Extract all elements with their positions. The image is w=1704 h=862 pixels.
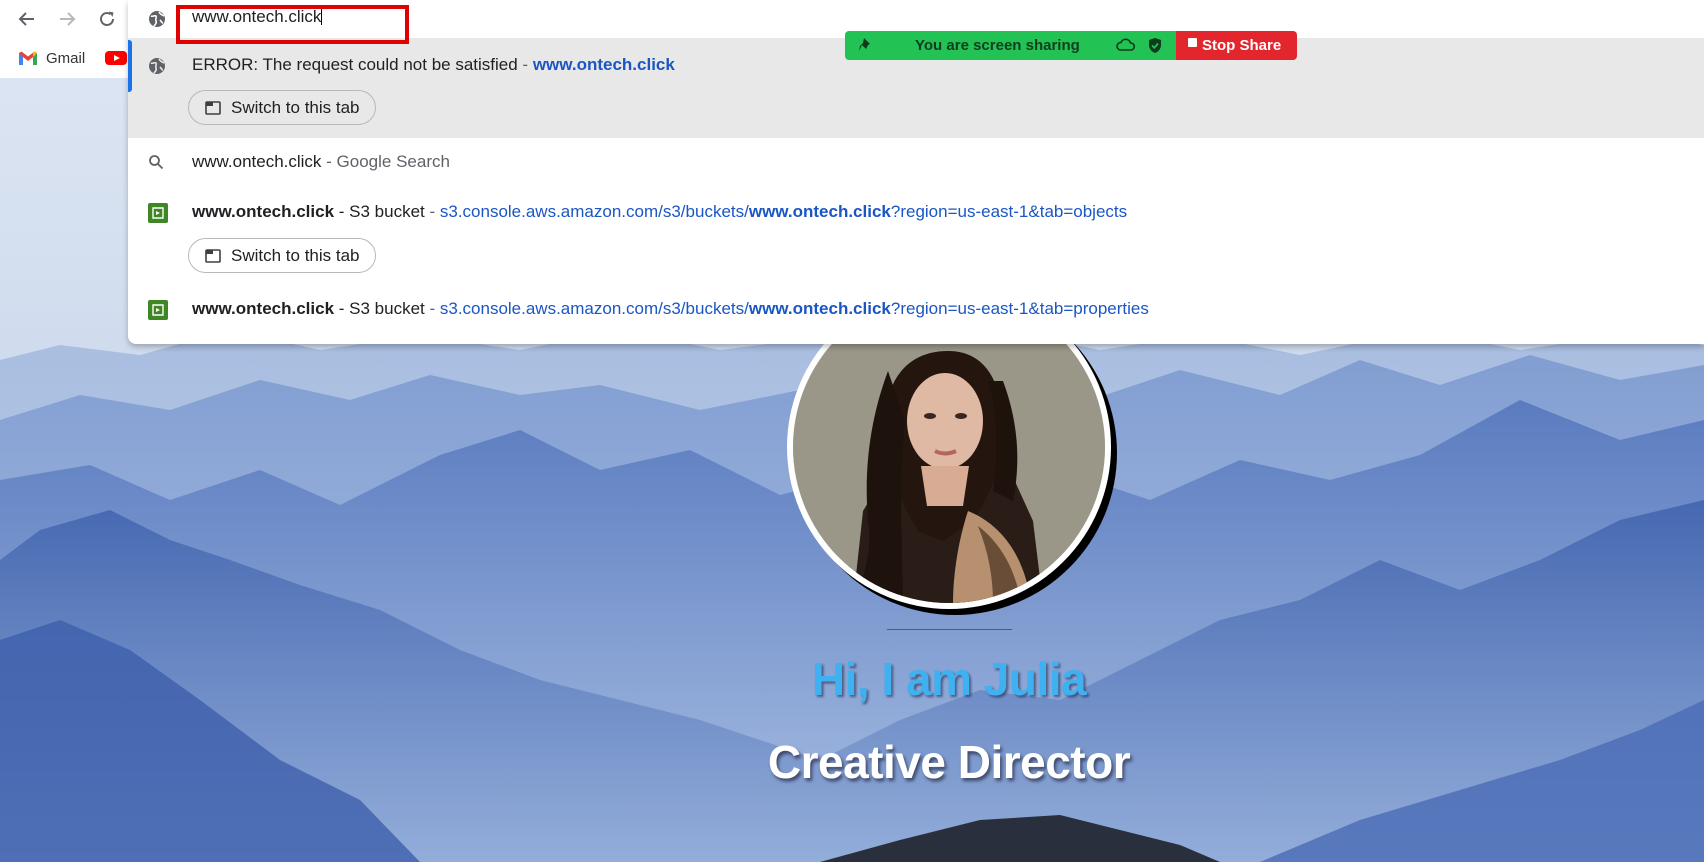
annotation-highlight-box [176,5,409,44]
suggestion-url-bold: www.ontech.click [748,202,891,221]
suggestion-url-prefix: s3.console.aws.amazon.com/s3/buckets/ [439,299,749,318]
pin-icon [859,38,870,51]
switch-to-tab-button[interactable]: Switch to this tab [188,90,376,125]
suggestion-s3-properties[interactable]: www.ontech.click - S3 bucket - s3.consol… [128,286,1704,334]
separator: - [321,152,337,171]
separator: - [424,202,440,221]
suggestion-s3-objects[interactable]: www.ontech.click - S3 bucket - s3.consol… [128,186,1704,282]
switch-to-tab-button[interactable]: Switch to this tab [188,238,376,273]
suggestion-url: www.ontech.click [532,55,675,74]
selection-indicator [128,40,132,92]
suggestion-title-bold: www.ontech.click [192,202,335,221]
bookmark-youtube[interactable] [105,46,127,70]
suggestion-title: - S3 bucket [334,202,425,221]
forward-button[interactable] [53,5,81,33]
suggestion-title-bold: www.ontech.click [192,299,335,318]
suggestion-url-suffix: ?region=us-east-1&tab=objects [890,202,1128,221]
gmail-icon [19,51,37,65]
suggestion-google-search[interactable]: www.ontech.click - Google Search [128,138,1704,186]
stop-share-button[interactable]: Stop Share [1176,31,1297,60]
search-engine-label: Google Search [336,152,450,171]
hero-greeting: Hi, I am Julia [811,653,1087,705]
hero-divider [887,629,1012,630]
search-query: www.ontech.click [192,152,322,171]
youtube-icon [105,51,127,65]
back-button[interactable] [13,5,41,33]
reload-icon [100,11,114,26]
shield-check-icon [1149,38,1161,53]
suggestion-text: www.ontech.click - S3 bucket - s3.consol… [192,299,1149,319]
suggestion-title: - S3 bucket [334,299,425,318]
tab-icon [205,100,221,115]
globe-icon [149,11,165,27]
bookmark-gmail-label: Gmail [46,49,86,67]
stop-share-label: Stop Share [1202,37,1282,54]
suggestion-title: ERROR: The request could not be satisfie… [192,55,518,74]
switch-to-tab-label: Switch to this tab [231,97,360,117]
reload-button[interactable] [93,5,121,33]
tab-icon [205,248,221,263]
hero-title: Creative Director [767,736,1131,788]
suggestion-text: www.ontech.click - Google Search [192,152,450,172]
switch-to-tab-label: Switch to this tab [231,245,360,265]
forward-arrow-icon [60,12,76,26]
s3-icon [148,300,168,320]
globe-icon [149,58,165,74]
screen: Hi, I am Julia Creative Director Gmail w… [0,0,1704,862]
separator: - [424,299,440,318]
search-icon [149,155,164,170]
bookmark-gmail[interactable]: Gmail [18,46,85,70]
back-arrow-icon [18,12,34,26]
share-status-area[interactable]: You are screen sharing [845,31,1176,60]
cloud-icon [1116,38,1135,51]
s3-icon [148,203,168,223]
suggestion-text: www.ontech.click - S3 bucket - s3.consol… [192,202,1127,222]
suggestion-text: ERROR: The request could not be satisfie… [192,55,675,75]
suggestion-url-bold: www.ontech.click [748,299,891,318]
suggestion-url-suffix: ?region=us-east-1&tab=properties [890,299,1149,318]
suggestion-url-prefix: s3.console.aws.amazon.com/s3/buckets/ [439,202,749,221]
stop-icon [1188,38,1197,47]
share-status-text: You are screen sharing [915,37,1080,54]
separator: - [517,55,533,74]
bookmarks-bar: Gmail [0,38,128,78]
screen-share-banner: You are screen sharing Stop Share [845,31,1297,60]
